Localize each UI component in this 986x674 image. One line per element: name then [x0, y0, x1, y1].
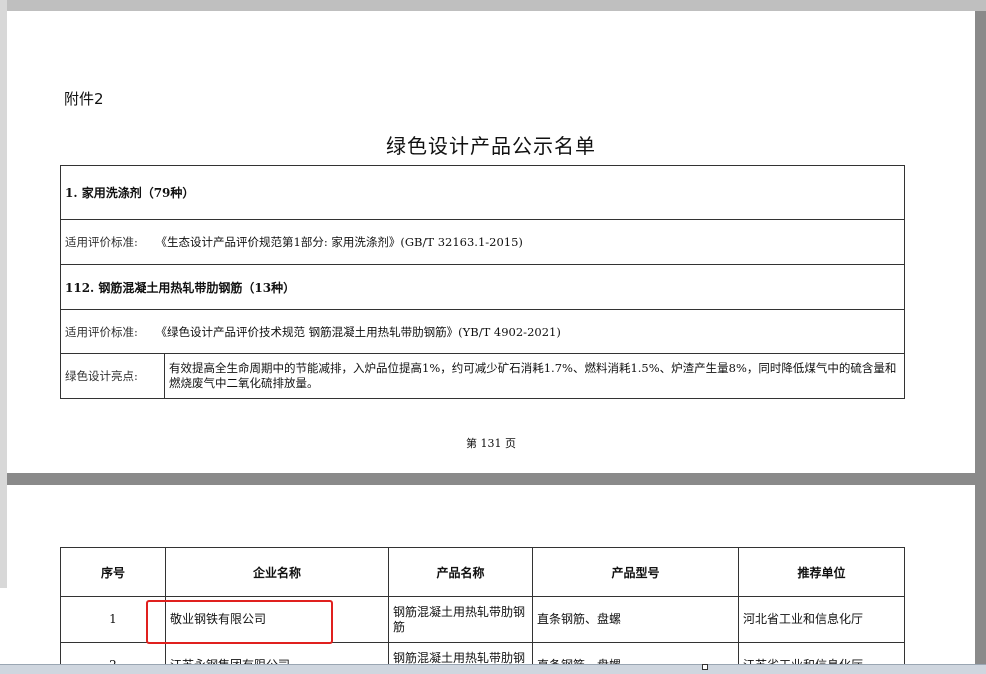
- section-112-standard-row: 适用评价标准: 《绿色设计产品评价技术规范 钢筋混凝土用热轧带肋钢筋》(YB/T…: [60, 309, 905, 354]
- section-1-standard: 适用评价标准: 《生态设计产品评价规范第1部分: 家用洗涤剂》(GB/T 321…: [60, 219, 905, 265]
- header-model: 产品型号: [532, 547, 739, 597]
- table-header-row: 序号 企业名称 产品名称 产品型号 推荐单位: [60, 547, 905, 597]
- row-company: 敬业钢铁有限公司: [165, 596, 389, 643]
- viewer-left-margin: [0, 0, 7, 588]
- section-112-highlight-value: 有效提高全生命周期中的节能减排，入炉品位提高1%，约可减少矿石消耗1.7%、燃料…: [164, 353, 905, 399]
- row-recommender: 河北省工业和信息化厅: [738, 596, 905, 643]
- section-112-heading: 112. 钢筋混凝土用热轧带肋钢筋（13种）: [60, 264, 905, 310]
- document-page-132: 序号 企业名称 产品名称 产品型号 推荐单位 1 敬业钢铁有限公司 钢筋混凝土用…: [7, 485, 975, 674]
- row-product: 钢筋混凝土用热轧带肋钢筋: [388, 596, 533, 643]
- section-112-highlight-row: 绿色设计亮点: 有效提高全生命周期中的节能减排，入炉品位提高1%，约可减少矿石消…: [60, 353, 905, 399]
- section-1-heading-row: 1. 家用洗涤剂（79种）: [60, 165, 905, 220]
- section-112-heading-row: 112. 钢筋混凝土用热轧带肋钢筋（13种）: [60, 264, 905, 310]
- document-page-131: 附件2 绿色设计产品公示名单 1. 家用洗涤剂（79种） 适用评价标准: 《生态…: [7, 11, 975, 473]
- section-1-standard-row: 适用评价标准: 《生态设计产品评价规范第1部分: 家用洗涤剂》(GB/T 321…: [60, 219, 905, 265]
- section-112-standard-value: 《绿色设计产品评价技术规范 钢筋混凝土用热轧带肋钢筋》(YB/T 4902-20…: [155, 324, 561, 339]
- viewer-left-margin-lower: [0, 588, 7, 674]
- viewer-status-bar: [0, 664, 986, 674]
- document-title: 绿色设计产品公示名单: [386, 134, 596, 158]
- table-row: 1 敬业钢铁有限公司 钢筋混凝土用热轧带肋钢筋 直条钢筋、盘螺 河北省工业和信息…: [60, 596, 905, 643]
- row-model: 直条钢筋、盘螺: [532, 596, 739, 643]
- company-list-table: 序号 企业名称 产品名称 产品型号 推荐单位 1 敬业钢铁有限公司 钢筋混凝土用…: [60, 547, 905, 674]
- header-recommender: 推荐单位: [738, 547, 905, 597]
- section-112-standard-label: 适用评价标准:: [65, 324, 138, 339]
- section-1-standard-label: 适用评价标准:: [65, 235, 138, 249]
- header-company: 企业名称: [165, 547, 389, 597]
- header-product: 产品名称: [388, 547, 533, 597]
- category-info-table: 1. 家用洗涤剂（79种） 适用评价标准: 《生态设计产品评价规范第1部分: 家…: [60, 165, 905, 399]
- row-index: 1: [60, 596, 166, 643]
- resize-handle[interactable]: [702, 664, 708, 670]
- section-1-standard-value: 《生态设计产品评价规范第1部分: 家用洗涤剂》(GB/T 32163.1-201…: [155, 235, 523, 249]
- header-index: 序号: [60, 547, 166, 597]
- section-112-highlight-label: 绿色设计亮点:: [60, 353, 165, 399]
- page-number: 第 131 页: [466, 437, 516, 450]
- attachment-label: 附件2: [64, 90, 104, 108]
- section-112-standard: 适用评价标准: 《绿色设计产品评价技术规范 钢筋混凝土用热轧带肋钢筋》(YB/T…: [60, 309, 905, 354]
- section-1-heading: 1. 家用洗涤剂（79种）: [60, 165, 905, 220]
- window-top-strip: [0, 0, 986, 11]
